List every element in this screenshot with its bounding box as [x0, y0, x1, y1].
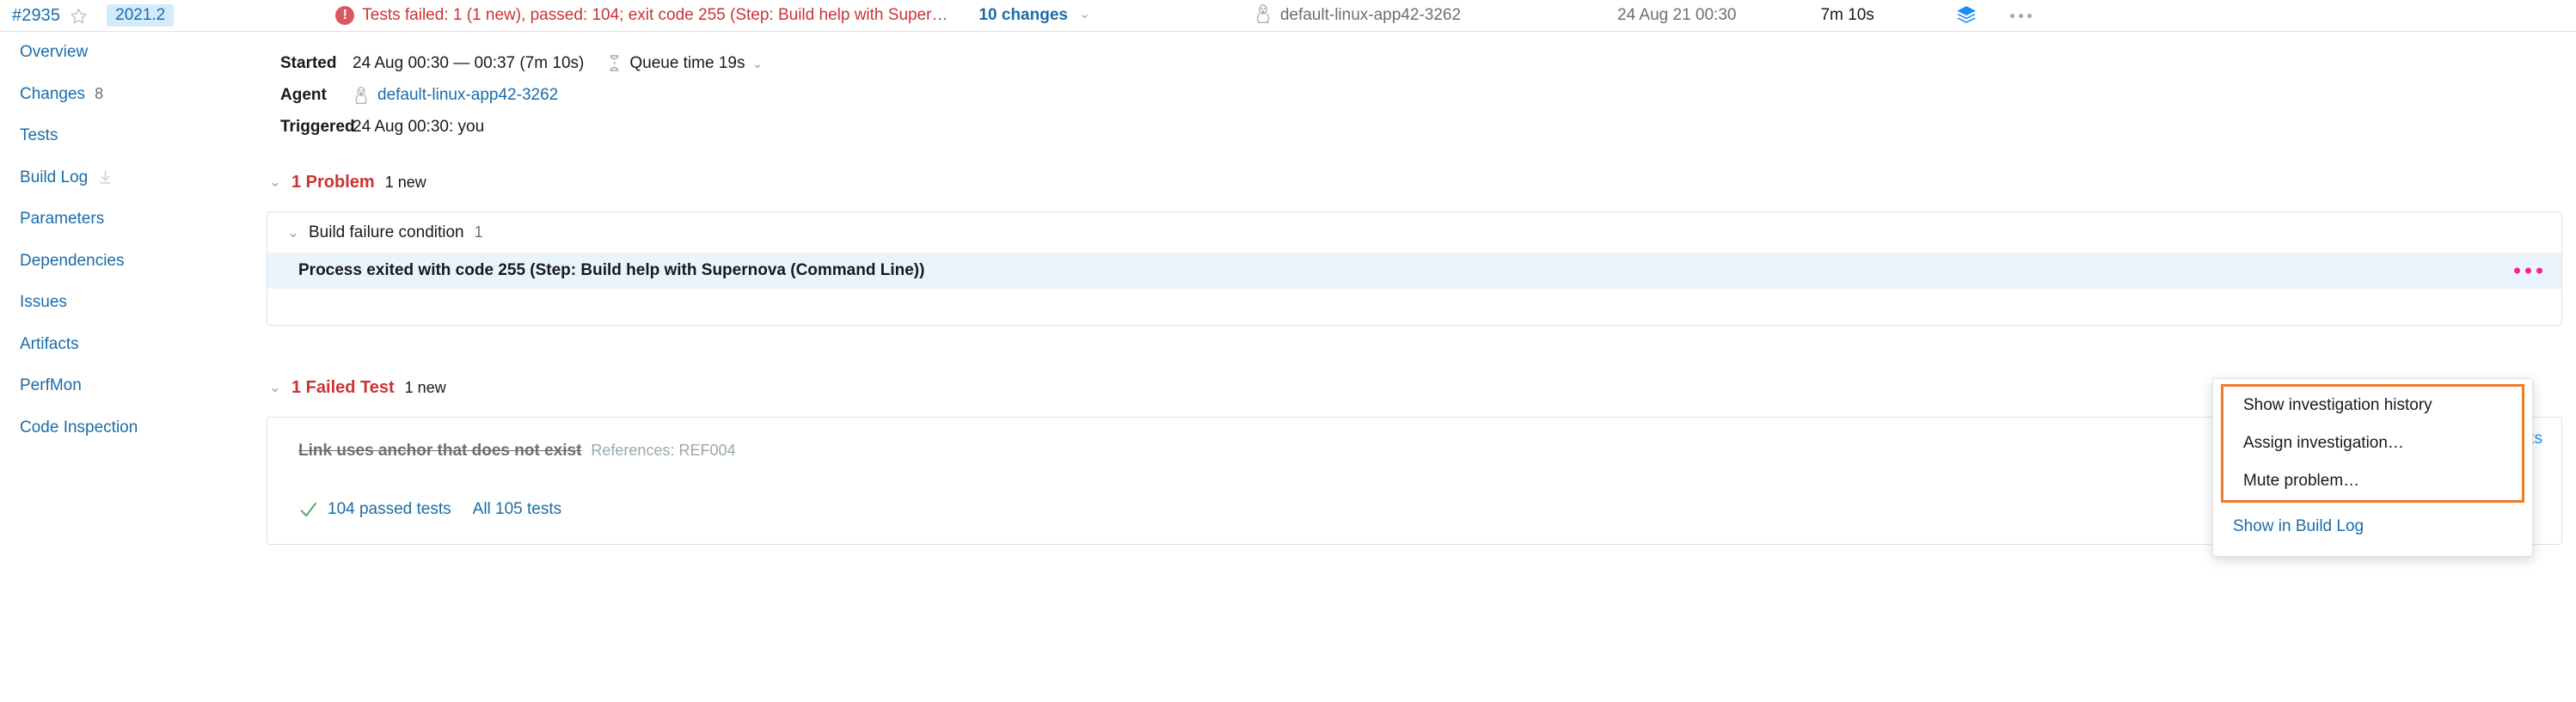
problems-title: 1 Problem [291, 173, 375, 192]
sidebar-item-label: Tests [20, 126, 58, 145]
failed-test-references: References: REF004 [591, 442, 735, 460]
sidebar-item-label: Build Log [20, 168, 88, 187]
sidebar-item-tests[interactable]: Tests [0, 115, 251, 157]
sidebar-item-label: PerfMon [20, 376, 82, 395]
menu-item-label: Mute problem… [2243, 472, 2359, 491]
hourglass-icon [607, 54, 622, 72]
sidebar-item-label: Parameters [20, 210, 104, 229]
error-badge-icon: ! [335, 6, 354, 25]
sidebar-item-label: Overview [20, 43, 88, 62]
header-more-icon[interactable] [2010, 14, 2032, 18]
dot [2514, 268, 2520, 274]
chevron-down-icon: ⌄ [267, 174, 284, 191]
chevron-down-icon: ⌄ [751, 56, 763, 71]
problem-context-menu: Show investigation history Assign invest… [2212, 378, 2533, 557]
problems-section-header[interactable]: ⌄ 1 Problem 1 new [251, 168, 2576, 196]
triggered-label: Triggered [251, 118, 353, 137]
menu-item-show-in-build-log[interactable]: Show in Build Log [2213, 508, 2532, 546]
menu-item-assign-investigation[interactable]: Assign investigation… [2223, 424, 2522, 462]
build-duration: 7m 10s [1820, 6, 1874, 25]
linux-penguin-icon [353, 86, 370, 105]
header-agent-name: default-linux-app42-3262 [1280, 6, 1461, 25]
sidebar-item-issues[interactable]: Issues [0, 282, 251, 324]
triggered-value: 24 Aug 00:30: you [353, 118, 484, 137]
sidebar-item-build-log[interactable]: Build Log [0, 157, 251, 199]
problem-group-header[interactable]: ⌄ Build failure condition 1 [267, 212, 2561, 253]
menu-item-mute-problem[interactable]: Mute problem… [2223, 462, 2522, 500]
build-header-bar: #2935 2021.2 ! Tests failed: 1 (1 new), … [0, 0, 2576, 32]
summary-row-started: Started 24 Aug 00:30 — 00:37 (7m 10s) Qu… [251, 47, 2576, 79]
build-sidebar: Overview Changes 8 Tests Build Log Param… [0, 32, 251, 449]
summary-row-triggered: Triggered 24 Aug 00:30: you [251, 111, 2576, 143]
menu-item-show-investigation-history[interactable]: Show investigation history [2223, 387, 2522, 424]
build-status: ! Tests failed: 1 (1 new), passed: 104; … [335, 6, 948, 25]
sidebar-item-overview[interactable]: Overview [0, 32, 251, 74]
problem-group-count: 1 [475, 223, 483, 241]
dot [2027, 14, 2032, 18]
summary-row-agent: Agent default-linux-app42-3262 [251, 79, 2576, 111]
branch-tag[interactable]: 2021.2 [107, 4, 174, 27]
problems-subtitle: 1 new [385, 174, 426, 192]
failed-test-name: Link uses anchor that does not exist [298, 442, 581, 461]
changes-label: 10 changes [978, 6, 1068, 24]
panel-spacer [267, 289, 2561, 325]
problem-text: Process exited with code 255 (Step: Buil… [298, 261, 924, 280]
layers-icon[interactable] [1955, 4, 1978, 27]
sidebar-item-dependencies[interactable]: Dependencies [0, 241, 251, 283]
build-overview-main: Started 24 Aug 00:30 — 00:37 (7m 10s) Qu… [251, 32, 2576, 702]
sidebar-item-code-inspection[interactable]: Code Inspection [0, 407, 251, 449]
linux-penguin-icon [1254, 3, 1273, 28]
sidebar-item-parameters[interactable]: Parameters [0, 198, 251, 241]
menu-item-label: Show in Build Log [2233, 517, 2364, 536]
problems-panel: ⌄ Build failure condition 1 Process exit… [267, 211, 2562, 326]
dot [2525, 268, 2531, 274]
chevron-down-icon: ⌄ [1079, 6, 1090, 21]
sidebar-item-label: Changes [20, 85, 85, 104]
build-summary: Started 24 Aug 00:30 — 00:37 (7m 10s) Qu… [251, 32, 2576, 143]
sidebar-item-artifacts[interactable]: Artifacts [0, 324, 251, 366]
menu-item-label: Show investigation history [2243, 396, 2432, 415]
queue-time[interactable]: Queue time 19s ⌄ [607, 54, 763, 73]
agent-link[interactable]: default-linux-app42-3262 [377, 86, 558, 105]
build-status-text: Tests failed: 1 (1 new), passed: 104; ex… [362, 6, 948, 25]
check-icon [298, 500, 318, 520]
sidebar-item-label: Code Inspection [20, 418, 138, 437]
sidebar-item-label: Artifacts [20, 335, 79, 354]
sidebar-item-perfmon[interactable]: PerfMon [0, 365, 251, 407]
passed-tests-link[interactable]: 104 passed tests [328, 500, 451, 519]
all-tests-link[interactable]: All 105 tests [473, 500, 562, 519]
sidebar-item-changes[interactable]: Changes 8 [0, 74, 251, 116]
download-icon[interactable] [97, 169, 113, 186]
agent-label: Agent [251, 86, 353, 105]
failed-tests-subtitle: 1 new [405, 379, 446, 397]
started-label: Started [251, 54, 353, 73]
sidebar-item-label: Issues [20, 293, 67, 312]
context-menu-highlight-group: Show investigation history Assign invest… [2221, 384, 2524, 503]
menu-item-label: Assign investigation… [2243, 434, 2404, 453]
problem-actions-icon[interactable] [2514, 268, 2542, 274]
build-finish-date: 24 Aug 21 00:30 [1617, 6, 1736, 25]
failed-tests-title: 1 Failed Test [291, 378, 395, 398]
dot [2536, 268, 2542, 274]
chevron-down-icon: ⌄ [267, 379, 284, 396]
header-agent[interactable]: default-linux-app42-3262 [1254, 3, 1461, 28]
started-value: 24 Aug 00:30 — 00:37 (7m 10s) [353, 54, 584, 73]
sidebar-item-count: 8 [95, 85, 103, 103]
context-menu-footer: Show in Build Log [2213, 503, 2532, 546]
chevron-down-icon: ⌄ [285, 224, 302, 241]
dot [2010, 14, 2015, 18]
changes-link[interactable]: 10 changes ⌄ [978, 6, 1089, 25]
problem-row[interactable]: Process exited with code 255 (Step: Buil… [267, 253, 2561, 289]
problem-group-label: Build failure condition [309, 223, 464, 242]
dot [2019, 14, 2023, 18]
sidebar-item-label: Dependencies [20, 252, 124, 271]
queue-time-text: Queue time 19s [629, 54, 745, 73]
star-icon[interactable] [69, 6, 88, 25]
build-number[interactable]: #2935 [12, 6, 60, 26]
